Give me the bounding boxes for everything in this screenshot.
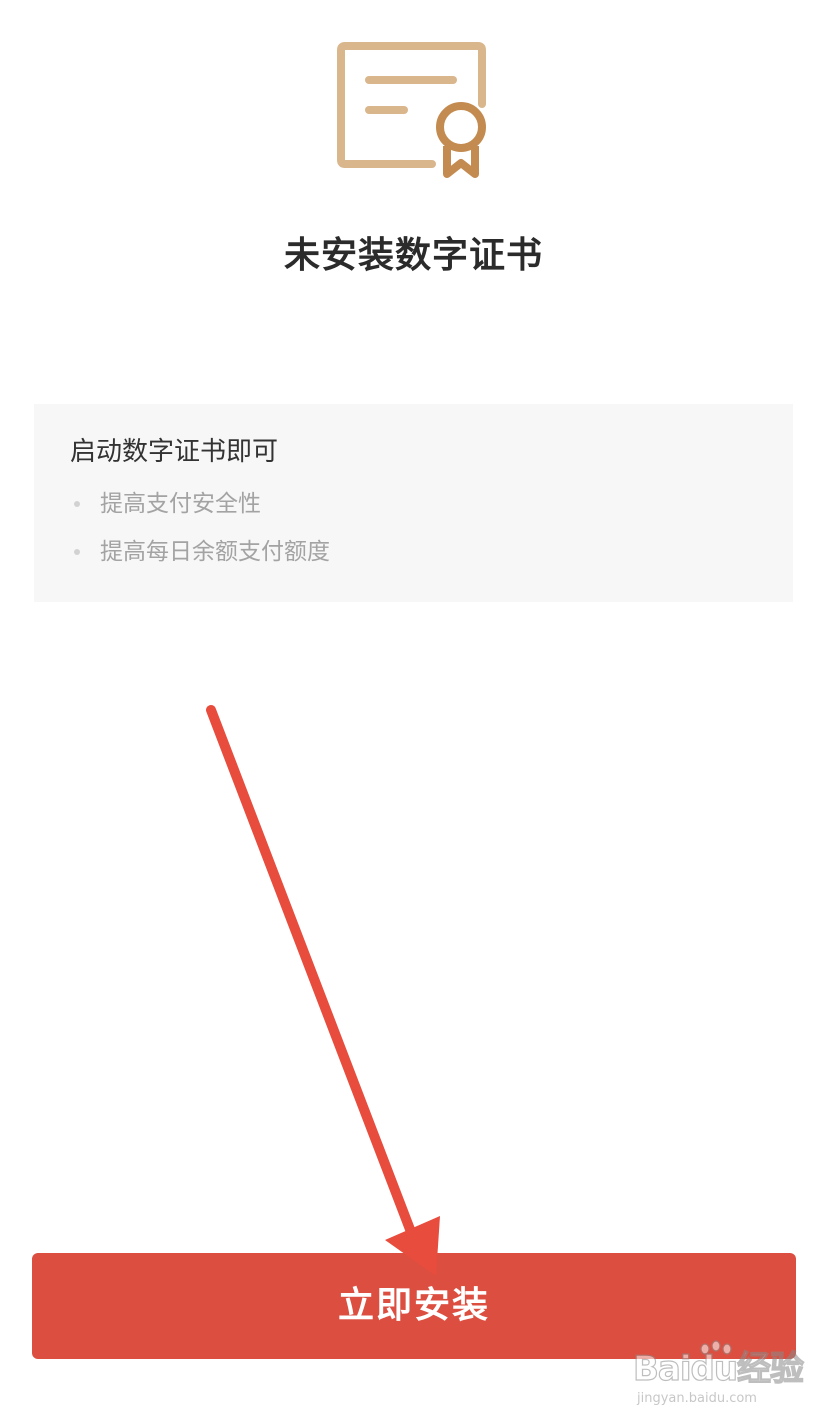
watermark-brand: Baidu经验 — [632, 1348, 804, 1389]
info-card: 启动数字证书即可 提高支付安全性 提高每日余额支付额度 — [34, 404, 793, 602]
info-heading: 启动数字证书即可 — [70, 437, 279, 467]
page-title: 未安装数字证书 — [283, 235, 543, 276]
certificate-icon — [337, 42, 486, 178]
watermark: Baidu经验 jingyan.baidu.com — [632, 1337, 805, 1417]
benefit-list: 提高支付安全性 提高每日余额支付额度 — [70, 488, 330, 584]
benefit-text: 提高每日余额支付额度 — [100, 539, 330, 565]
bullet-dot — [74, 549, 80, 555]
watermark-url: jingyan.baidu.com — [637, 1391, 757, 1406]
benefit-text: 提高支付安全性 — [100, 491, 261, 517]
cert-icon-wrap — [336, 42, 492, 180]
list-item: 提高支付安全性 — [70, 488, 330, 520]
bullet-dot — [74, 501, 80, 507]
annotation-arrow — [206, 705, 440, 1276]
list-item: 提高每日余额支付额度 — [70, 536, 330, 568]
